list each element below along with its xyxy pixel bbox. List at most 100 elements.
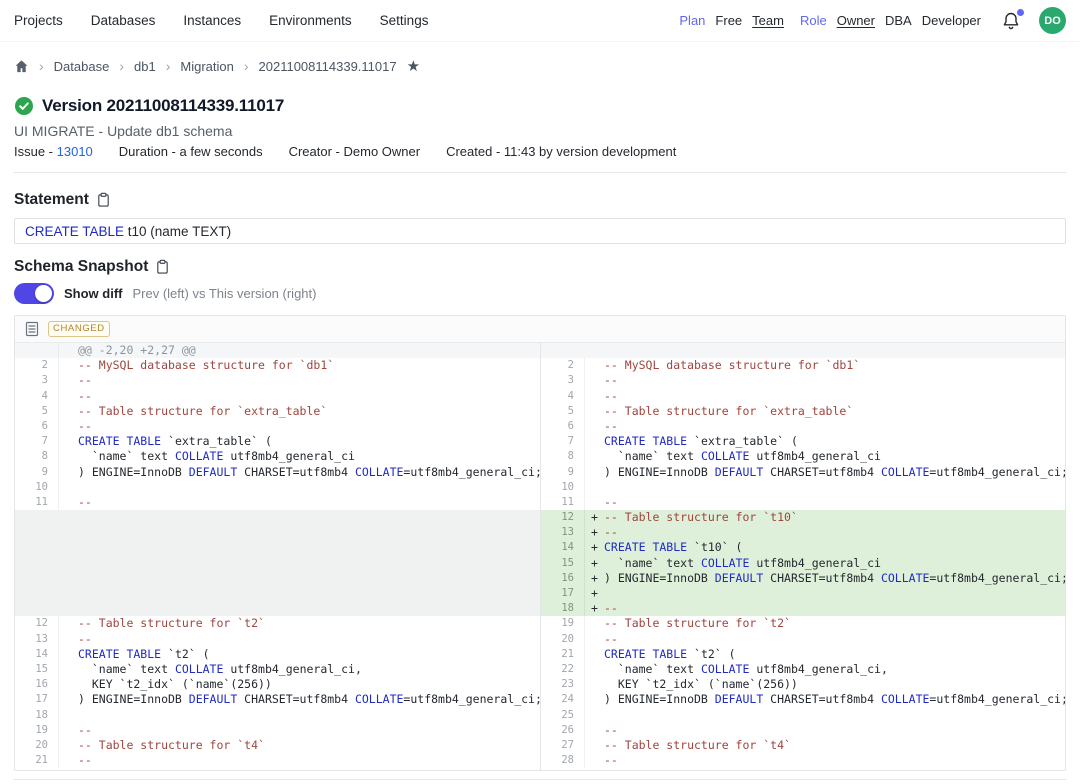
nav-right: Plan Free Team Role Owner DBA Developer …	[679, 7, 1066, 34]
code-line: ) ENGINE=InnoDB DEFAULT CHARSET=utf8mb4 …	[59, 465, 540, 480]
page-bottom-divider	[14, 779, 1066, 780]
diff-row: 28--	[541, 753, 1065, 768]
notification-bell-button[interactable]	[1001, 10, 1023, 32]
code-line: --	[59, 723, 540, 738]
line-number: 18	[541, 601, 585, 616]
breadcrumb-separator: ›	[119, 58, 124, 74]
avatar[interactable]: DO	[1039, 7, 1066, 34]
code-line: --	[585, 495, 1065, 510]
diff-row: 6--	[15, 419, 540, 434]
line-number: 18	[15, 708, 59, 723]
main-nav: Projects Databases Instances Environment…	[14, 13, 428, 28]
diff-row: 10	[541, 480, 1065, 495]
role-developer-link[interactable]: Developer	[922, 13, 981, 28]
code-line: --	[59, 632, 540, 647]
code-line	[585, 708, 1065, 723]
nav-item-environments[interactable]: Environments	[269, 13, 352, 28]
line-number: 2	[15, 358, 59, 373]
nav-item-instances[interactable]: Instances	[183, 13, 241, 28]
code-line: + `name` text COLLATE utf8mb4_general_ci	[585, 556, 1065, 571]
issue-meta: Issue - 13010	[14, 144, 93, 159]
code-line: --	[585, 723, 1065, 738]
line-number: 17	[15, 692, 59, 707]
nav-item-settings[interactable]: Settings	[380, 13, 429, 28]
version-meta: Issue - 13010 Duration - a few seconds C…	[14, 143, 1066, 159]
code-line: --	[59, 389, 540, 404]
diff-panel-header: CHANGED	[15, 316, 1065, 343]
role-label: Role	[800, 13, 827, 28]
show-diff-row: Show diff Prev (left) vs This version (r…	[14, 282, 1066, 304]
role-dba-link[interactable]: DBA	[885, 13, 912, 28]
file-icon	[25, 321, 39, 337]
breadcrumb-item-db1[interactable]: db1	[134, 59, 156, 74]
code-line: -- Table structure for `extra_table`	[59, 404, 540, 419]
code-line: `name` text COLLATE utf8mb4_general_ci,	[585, 662, 1065, 677]
diff-row: 7CREATE TABLE `extra_table` (	[541, 434, 1065, 449]
version-subtitle: UI MIGRATE - Update db1 schema	[14, 123, 1066, 140]
breadcrumb-item-database[interactable]: Database	[54, 59, 110, 74]
line-number: 8	[541, 449, 585, 464]
line-number: 3	[15, 373, 59, 388]
code-line: `name` text COLLATE utf8mb4_general_ci,	[59, 662, 540, 677]
line-number: 21	[541, 647, 585, 662]
line-number: 24	[541, 692, 585, 707]
code-line: CREATE TABLE `extra_table` (	[59, 434, 540, 449]
code-line: ) ENGINE=InnoDB DEFAULT CHARSET=utf8mb4 …	[59, 692, 540, 707]
created-meta: Created - 11:43 by version development	[446, 144, 676, 159]
copy-snapshot-button[interactable]	[155, 259, 170, 275]
line-number: 9	[541, 465, 585, 480]
line-number: 15	[15, 662, 59, 677]
diff-row: 5-- Table structure for `extra_table`	[541, 404, 1065, 419]
breadcrumb-item-migration[interactable]: Migration	[180, 59, 233, 74]
code-line: +--	[585, 601, 1065, 616]
role-owner-link[interactable]: Owner	[837, 13, 875, 28]
diff-row: 2-- MySQL database structure for `db1`	[541, 358, 1065, 373]
show-diff-toggle[interactable]	[14, 283, 54, 304]
issue-link[interactable]: 13010	[57, 144, 93, 159]
diff-row: 8 `name` text COLLATE utf8mb4_general_ci	[15, 449, 540, 464]
diff-right-pane[interactable]: 2-- MySQL database structure for `db1`3-…	[540, 343, 1065, 770]
toggle-knob	[35, 285, 52, 302]
line-number: 5	[15, 404, 59, 419]
snapshot-section-heading: Schema Snapshot	[14, 257, 1066, 277]
home-icon	[14, 59, 29, 74]
code-line: KEY `t2_idx` (`name`(256))	[585, 677, 1065, 692]
diff-row: 9) ENGINE=InnoDB DEFAULT CHARSET=utf8mb4…	[15, 465, 540, 480]
show-diff-label: Show diff	[64, 286, 123, 301]
schema-diff-panel: CHANGED @@ -2,20 +2,27 @@2-- MySQL datab…	[14, 315, 1066, 771]
diff-row: 5-- Table structure for `extra_table`	[15, 404, 540, 419]
line-number	[15, 343, 59, 358]
diff-row: 27-- Table structure for `t4`	[541, 738, 1065, 753]
success-check-icon	[14, 96, 34, 116]
line-number: 23	[541, 677, 585, 692]
code-line: @@ -2,20 +2,27 @@	[59, 343, 540, 358]
copy-statement-button[interactable]	[96, 192, 111, 208]
diff-row: 17) ENGINE=InnoDB DEFAULT CHARSET=utf8mb…	[15, 692, 540, 707]
favorite-star-icon[interactable]: ★	[407, 59, 420, 74]
nav-item-databases[interactable]: Databases	[91, 13, 156, 28]
plan-team-link[interactable]: Team	[752, 13, 784, 28]
nav-item-projects[interactable]: Projects	[14, 13, 63, 28]
diff-row: 3--	[15, 373, 540, 388]
line-number: 28	[541, 753, 585, 768]
line-number: 12	[541, 510, 585, 525]
home-breadcrumb[interactable]	[14, 59, 29, 74]
breadcrumb: › Database › db1 › Migration › 202110081…	[14, 56, 1066, 76]
code-line: CREATE TABLE `extra_table` (	[585, 434, 1065, 449]
diff-row: 12-- Table structure for `t2`	[15, 616, 540, 631]
version-header: Version 20211008114339.11017	[14, 95, 1066, 117]
line-number: 20	[15, 738, 59, 753]
diff-editor: @@ -2,20 +2,27 @@2-- MySQL database stru…	[15, 343, 1065, 770]
diff-row: 8 `name` text COLLATE utf8mb4_general_ci	[541, 449, 1065, 464]
clipboard-icon	[155, 259, 170, 275]
code-line: `name` text COLLATE utf8mb4_general_ci	[59, 449, 540, 464]
line-number: 19	[541, 616, 585, 631]
changed-badge: CHANGED	[48, 321, 110, 336]
code-line: --	[585, 753, 1065, 768]
breadcrumb-item-version[interactable]: 20211008114339.11017	[259, 59, 397, 74]
diff-left-pane[interactable]: @@ -2,20 +2,27 @@2-- MySQL database stru…	[15, 343, 540, 770]
diff-row-added: 15+ `name` text COLLATE utf8mb4_general_…	[541, 556, 1065, 571]
diff-row: 2-- MySQL database structure for `db1`	[15, 358, 540, 373]
line-number: 11	[541, 495, 585, 510]
diff-row: 11--	[15, 495, 540, 510]
